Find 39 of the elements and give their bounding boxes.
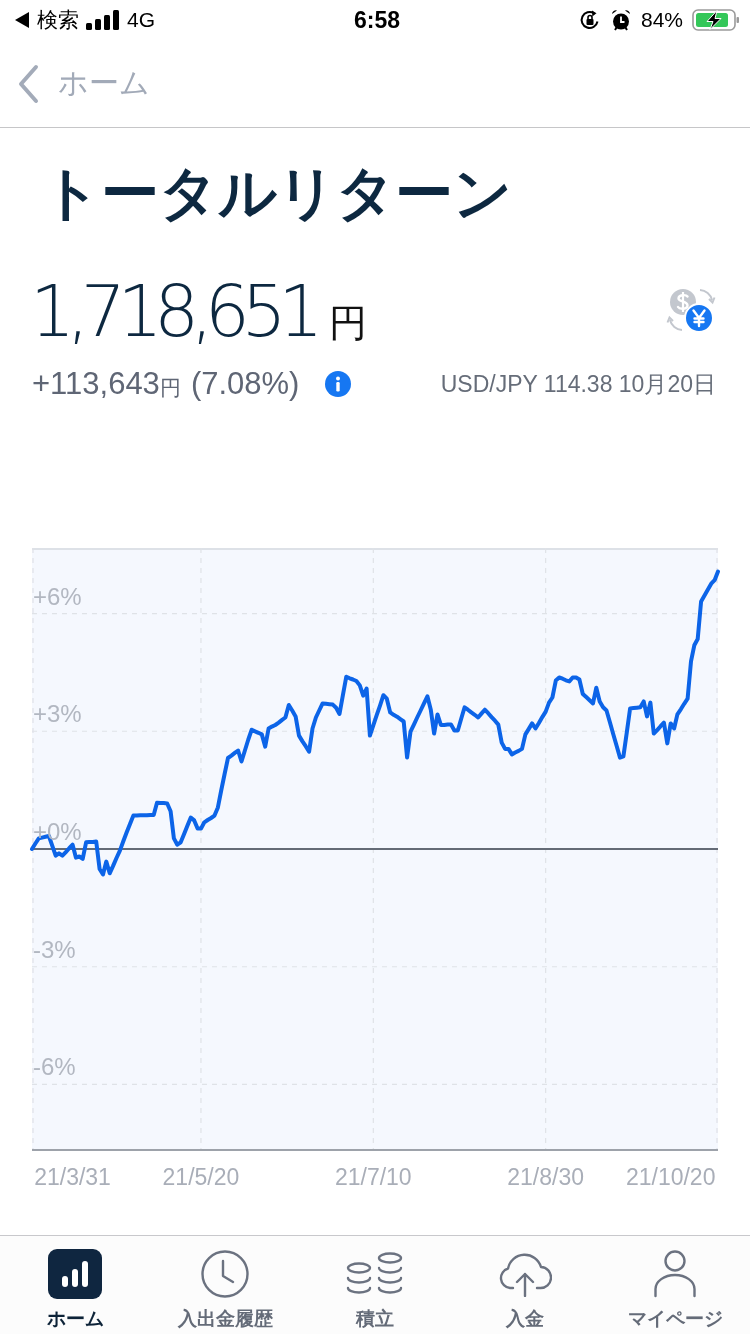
tab-item[interactable]: マイページ xyxy=(600,1236,750,1334)
y-axis-label: +6% xyxy=(33,582,82,610)
change-percent: (7.08%) xyxy=(190,366,300,402)
change-amount: +113,643 xyxy=(32,366,160,402)
tab-item[interactable]: ホーム xyxy=(0,1236,150,1334)
chevron-left-icon xyxy=(16,63,40,104)
y-axis-label: +0% xyxy=(33,818,82,845)
currency-exchange-icon[interactable] xyxy=(666,286,716,334)
x-axis-label: 21/7/10 xyxy=(334,1164,412,1190)
x-axis-label: 21/10/20 xyxy=(625,1164,716,1190)
cloud-upload-icon xyxy=(498,1251,552,1297)
alarm-clock-icon xyxy=(609,9,632,31)
x-axis-label: 21/3/31 xyxy=(34,1164,111,1190)
x-axis-label: 21/8/30 xyxy=(507,1164,585,1190)
left-triangle-icon xyxy=(14,11,30,29)
back-link[interactable]: 検索 xyxy=(14,6,79,34)
page-title: トータルリターン xyxy=(42,159,513,227)
signal-icon xyxy=(86,10,120,30)
clock-time: 6:58 xyxy=(353,6,400,34)
coin-stacks-icon xyxy=(346,1252,404,1296)
bar-chart-icon xyxy=(48,1249,102,1299)
total-amount: 1,718,651 xyxy=(30,269,315,355)
rotation-lock-icon xyxy=(578,9,601,31)
battery-icon xyxy=(692,9,740,31)
exchange-rate-text: USD/JPY 114.38 10月20日 xyxy=(440,369,716,399)
tab-item[interactable]: 入金 xyxy=(450,1236,600,1334)
y-axis-label: -6% xyxy=(33,1053,76,1081)
info-icon[interactable] xyxy=(325,371,352,397)
person-icon xyxy=(653,1250,697,1298)
currency-unit: 円 xyxy=(328,301,367,346)
x-axis-label: 21/5/20 xyxy=(162,1164,240,1190)
y-axis-label: +3% xyxy=(33,700,82,728)
currency-unit: 円 xyxy=(159,375,181,401)
clock-icon xyxy=(200,1249,250,1299)
network-label: 4G xyxy=(127,8,155,32)
tab-item[interactable]: 入出金履歴 xyxy=(150,1236,300,1334)
battery-percent: 84% xyxy=(640,8,683,32)
tab-item[interactable]: 積立 xyxy=(300,1236,450,1334)
y-axis-label: -3% xyxy=(33,935,76,963)
